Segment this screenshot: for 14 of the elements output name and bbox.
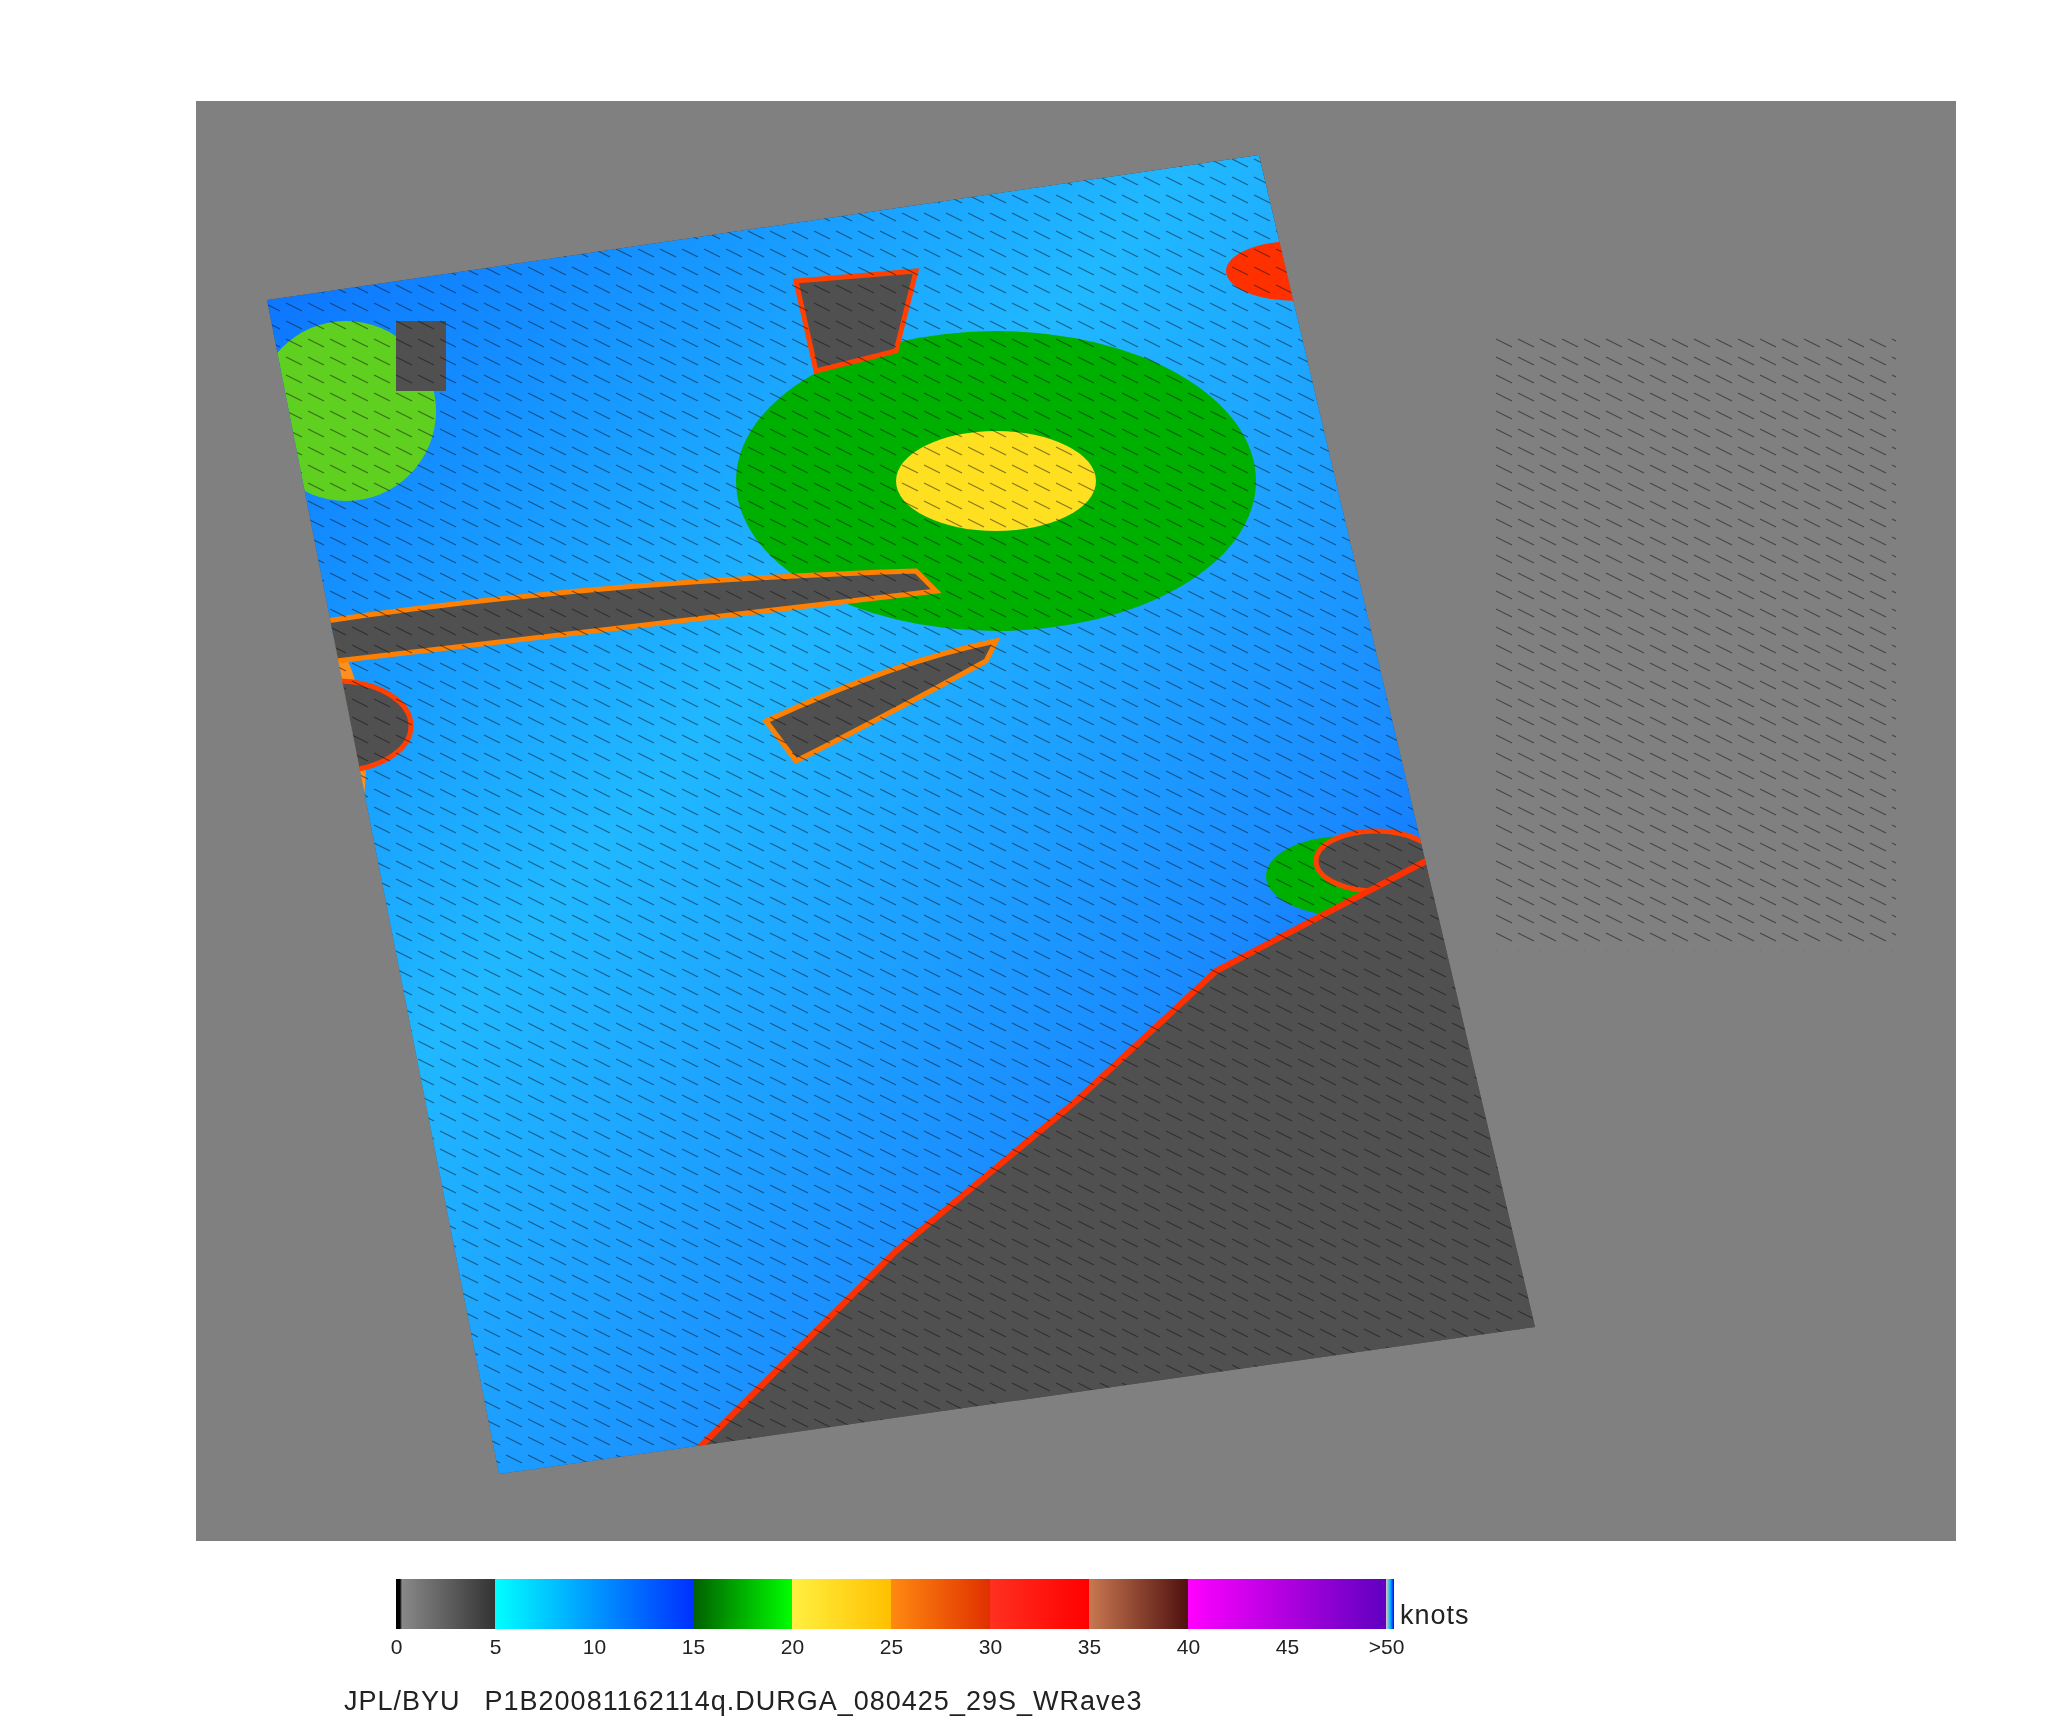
tick-label: 40 [1175,1634,1202,1660]
tick-label: 45 [1274,1634,1301,1660]
product-label: P1B20081162114q.DURGA_080425_29S_WRave3 [484,1684,1143,1718]
tick-label: 30 [977,1634,1004,1660]
tick-label: 15 [680,1634,707,1660]
tick-label: 0 [389,1634,404,1660]
tick-label: 10 [581,1634,608,1660]
source-label: JPL/BYU [344,1684,461,1718]
tick-label: >50 [1367,1634,1406,1660]
tick-label: 25 [878,1634,905,1660]
tick-label: 20 [779,1634,806,1660]
tick-label: 35 [1076,1634,1103,1660]
unit-label: knots [1400,1602,1470,1629]
tick-label: 5 [488,1634,503,1660]
